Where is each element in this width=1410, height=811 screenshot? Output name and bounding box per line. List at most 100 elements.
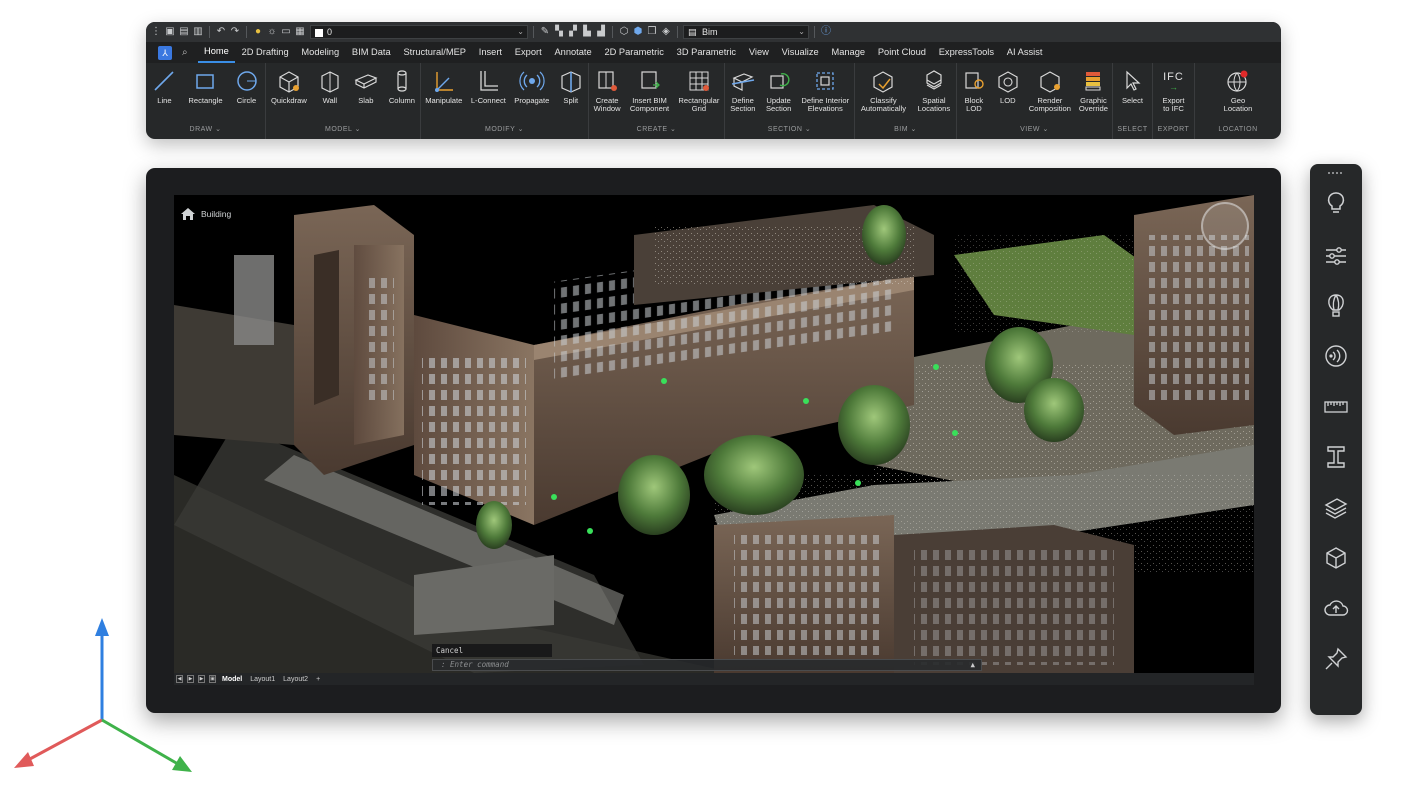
classify-automatically-button[interactable]: Classify Automatically (861, 68, 906, 113)
propagate-button[interactable]: Propagate (514, 68, 549, 105)
grip-icon[interactable] (1328, 172, 1344, 175)
define-interior-elevations-button[interactable]: Define Interior Elevations (801, 68, 849, 113)
tab-2d-drafting[interactable]: 2D Drafting (235, 42, 295, 63)
rectangle-button[interactable]: Rectangle (188, 68, 223, 105)
tab-insert[interactable]: Insert (472, 42, 508, 63)
sliders-icon[interactable] (1323, 243, 1349, 269)
add-layout-button[interactable]: + (314, 676, 322, 683)
define-section-button[interactable]: Define Section (730, 68, 756, 113)
group-label[interactable]: CREATE ⌄ (589, 121, 724, 139)
tab-export[interactable]: Export (508, 42, 548, 63)
layer-dropdown[interactable]: 0 ⌄ (310, 25, 528, 39)
chevron-up-icon[interactable]: ▲ (970, 660, 975, 670)
layer-isolate-icon[interactable]: ▞ (567, 26, 579, 38)
tab-annotate[interactable]: Annotate (548, 42, 598, 63)
graphic-override-button[interactable]: Graphic Override (1079, 68, 1108, 113)
spatial-locations-button[interactable]: Spatial Locations (918, 68, 950, 113)
help-icon[interactable]: ⓘ (820, 26, 832, 38)
tab-layout1[interactable]: Layout1 (248, 676, 277, 683)
layer-lock-icon[interactable]: ▭ (280, 26, 292, 38)
tab-home[interactable]: Home (197, 42, 236, 63)
group-label[interactable]: MODIFY ⌄ (421, 121, 588, 139)
match-properties-icon[interactable]: ✎ (539, 26, 551, 38)
model-viewport[interactable] (174, 195, 1254, 673)
layer-plot-icon[interactable]: ▦ (294, 26, 306, 38)
lod-button[interactable]: LOD (995, 68, 1021, 105)
group-label[interactable]: DRAW ⌄ (146, 121, 265, 139)
application-menu-button[interactable]: ⅄ (158, 45, 172, 60)
i-beam-icon[interactable] (1323, 444, 1349, 470)
tab-layout2[interactable]: Layout2 (281, 676, 310, 683)
tab-visualize[interactable]: Visualize (775, 42, 825, 63)
view-iso-icon[interactable]: ⬢ (632, 26, 644, 38)
tab-model[interactable]: Model (220, 676, 244, 683)
block-lod-button[interactable]: Block LOD (961, 68, 987, 113)
last-layout-icon[interactable]: ▣ (209, 675, 216, 683)
search-icon[interactable]: ⌕ (182, 47, 188, 58)
view-3d-icon[interactable]: ❒ (646, 26, 658, 38)
group-label[interactable]: BIM ⌄ (855, 121, 956, 139)
breadcrumb[interactable]: Building (180, 207, 231, 221)
layer-tools-icon[interactable]: ▚ (553, 26, 565, 38)
view-navigator[interactable] (1201, 202, 1249, 250)
group-draw: Line Rectangle Circle DRAW ⌄ (146, 63, 266, 139)
export-to-ifc-button[interactable]: IFC → Export to IFC (1161, 68, 1187, 113)
view-cube-icon[interactable]: ⬡ (618, 26, 630, 38)
layers-icon[interactable] (1323, 495, 1349, 521)
quick-access-toolbar: ⋮ ▣ ▤ ▥ ↶ ↷ ● ☼ ▭ ▦ 0 ⌄ ✎ ▚ ▞ ▙ ▟ ⬡ ⬢ ❒ (146, 22, 1281, 42)
split-button[interactable]: Split (558, 68, 584, 105)
circle-button[interactable]: Circle (234, 68, 260, 105)
render-composition-button[interactable]: Render Composition (1029, 68, 1071, 113)
cube-icon[interactable] (1323, 545, 1349, 571)
select-button[interactable]: Select (1120, 68, 1146, 105)
layer-on-icon[interactable]: ● (252, 26, 264, 38)
propagate-icon[interactable] (1323, 343, 1349, 369)
update-section-button[interactable]: Update Section (766, 68, 792, 113)
lightbulb-icon[interactable] (1323, 190, 1349, 216)
side-panel (1310, 164, 1362, 715)
tool-label: Slab (358, 96, 374, 105)
group-label[interactable]: VIEW ⌄ (957, 121, 1112, 139)
line-button[interactable]: Line (151, 68, 177, 105)
workspace-dropdown[interactable]: ▤ Bim ⌄ (683, 25, 809, 39)
ifc-icon: IFC → (1161, 68, 1187, 94)
l-connect-button[interactable]: L-Connect (471, 68, 506, 105)
geo-location-button[interactable]: Geo Location (1224, 68, 1252, 113)
save-icon[interactable]: ▣ (164, 26, 176, 38)
hot-air-balloon-icon[interactable] (1323, 292, 1349, 318)
create-window-button[interactable]: Create Window (594, 68, 621, 113)
insert-bim-component-button[interactable]: Insert BIM Component (630, 68, 669, 113)
group-label[interactable]: SECTION ⌄ (725, 121, 854, 139)
tab-structural-mep[interactable]: Structural/MEP (397, 42, 472, 63)
slab-button[interactable]: Slab (353, 68, 379, 105)
tab-bim-data[interactable]: BIM Data (346, 42, 398, 63)
redo-icon[interactable]: ↷ (229, 26, 241, 38)
tool-label: Render Composition (1028, 96, 1071, 113)
cloud-upload-icon[interactable] (1323, 595, 1349, 621)
wall-button[interactable]: Wall (317, 68, 343, 105)
view-layers-icon[interactable]: ◈ (660, 26, 672, 38)
pin-icon[interactable] (1323, 646, 1349, 672)
print-preview-icon[interactable]: ▥ (192, 26, 204, 38)
rectangular-grid-button[interactable]: Rectangular Grid (678, 68, 719, 113)
save-as-icon[interactable]: ▤ (178, 26, 190, 38)
tab-2d-parametric[interactable]: 2D Parametric (598, 42, 670, 63)
tab-3d-parametric[interactable]: 3D Parametric (670, 42, 742, 63)
ruler-icon[interactable] (1323, 394, 1349, 420)
tab-view[interactable]: View (742, 42, 775, 63)
layer-freeze-icon[interactable]: ☼ (266, 26, 278, 38)
undo-icon[interactable]: ↶ (215, 26, 227, 38)
command-input[interactable]: : Enter command ▲ (432, 659, 982, 671)
layer-states-icon[interactable]: ▟ (595, 26, 607, 38)
cursor-icon (1120, 68, 1146, 94)
tab-ai-assist[interactable]: AI Assist (1000, 42, 1048, 63)
tab-expresstools[interactable]: ExpressTools (932, 42, 1000, 63)
quickdraw-button[interactable]: Quickdraw (271, 68, 307, 105)
tab-manage[interactable]: Manage (825, 42, 871, 63)
tab-modeling[interactable]: Modeling (295, 42, 346, 63)
manipulate-button[interactable]: Manipulate (425, 68, 462, 105)
layer-walk-icon[interactable]: ▙ (581, 26, 593, 38)
group-label[interactable]: MODEL ⌄ (266, 121, 420, 139)
tab-point-cloud[interactable]: Point Cloud (871, 42, 932, 63)
column-button[interactable]: Column (389, 68, 415, 105)
